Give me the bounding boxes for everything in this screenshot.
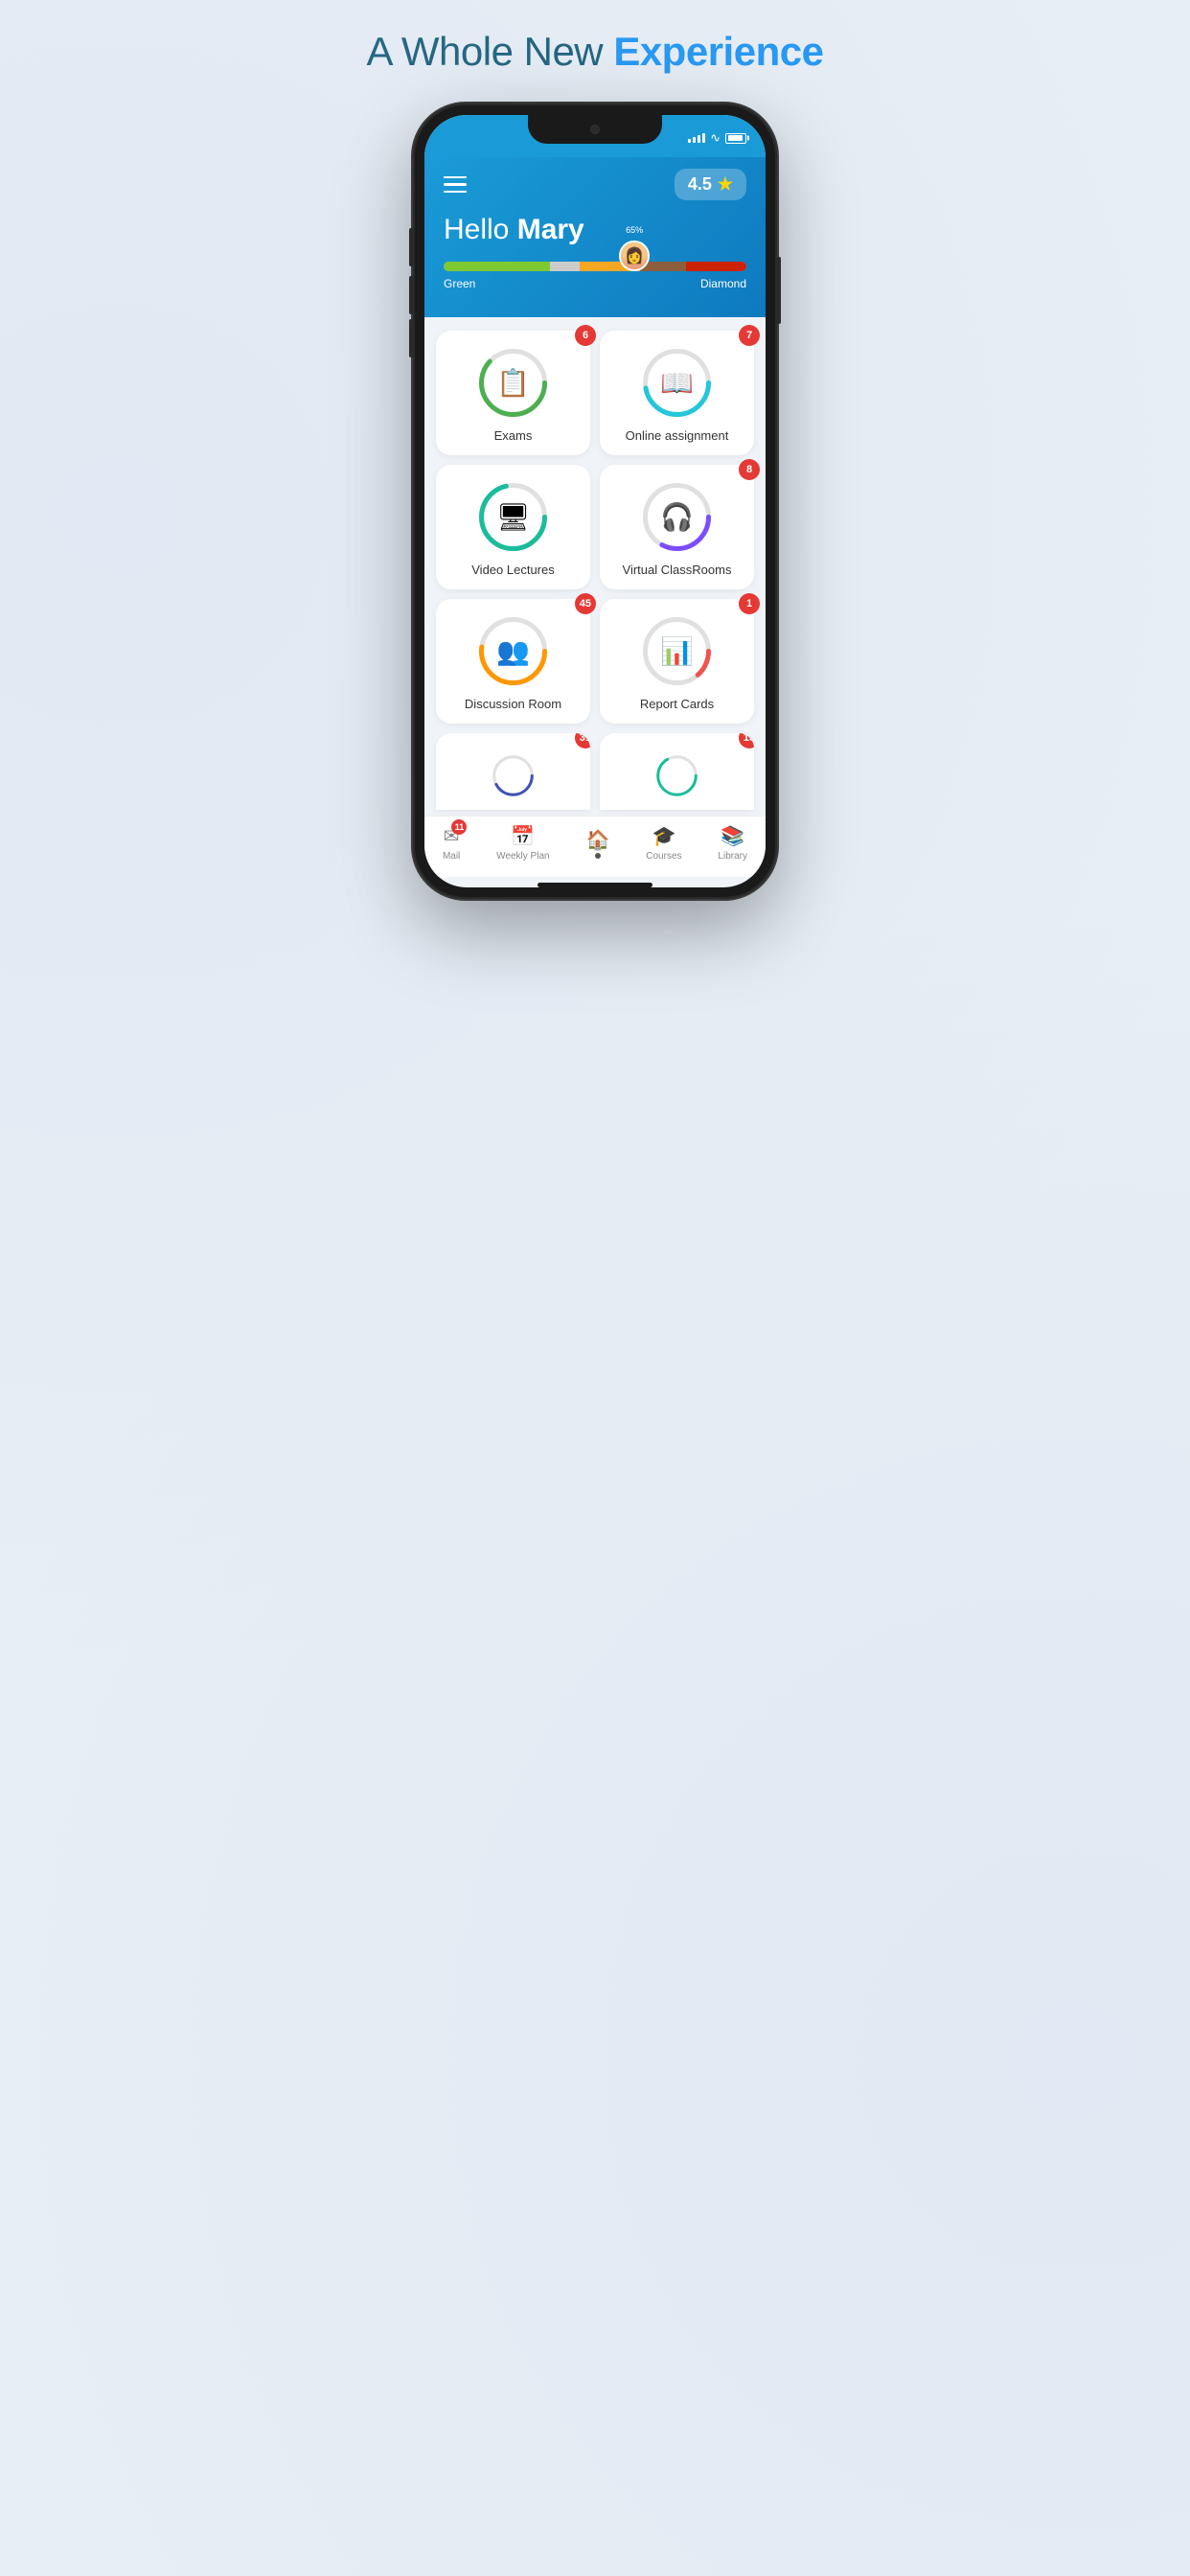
page-title-plain: A Whole New — [367, 29, 614, 74]
card-badge-partial-left: 31 — [575, 733, 590, 748]
progress-label-left: Green — [444, 277, 475, 290]
nav-badge-mail: 11 — [451, 819, 467, 835]
phone-screen: ∿ 4.5 ★ Hello Mary 65% — [424, 115, 766, 887]
home-indicator — [538, 883, 652, 887]
nav-label-courses: Courses — [646, 851, 681, 862]
discussion-room-icon: 👥 — [496, 635, 530, 667]
progress-label-right: Diamond — [700, 277, 746, 290]
status-icons: ∿ — [688, 130, 746, 146]
nav-label-library: Library — [718, 851, 747, 862]
library-icon: 📚 — [721, 824, 744, 848]
circle-icon-virtual-classrooms: 🎧 — [641, 481, 713, 553]
card-label-video-lectures: Video Lectures — [471, 563, 555, 577]
card-online-assignment[interactable]: 7 📖 Online assignment — [600, 331, 754, 455]
main-content: 6 📋 Exams 7 — [424, 317, 766, 810]
battery-icon — [725, 133, 746, 144]
greeting: Hello Mary — [444, 214, 746, 246]
phone-frame: ∿ 4.5 ★ Hello Mary 65% — [413, 104, 777, 899]
bottom-nav: ✉ 11 Mail 📅 Weekly Plan 🏠 🎓 Courses — [424, 816, 766, 877]
avatar: 👩 — [619, 241, 650, 271]
card-grid-row1: 6 📋 Exams 7 — [436, 331, 754, 455]
rating-value: 4.5 — [688, 174, 712, 195]
home-icon: 🏠 — [585, 828, 609, 852]
menu-button[interactable] — [444, 176, 467, 194]
card-virtual-classrooms[interactable]: 8 🎧 Virtual ClassRooms — [600, 465, 754, 589]
circle-icon-discussion-room: 👥 — [477, 615, 549, 687]
rating-badge: 4.5 ★ — [675, 169, 746, 200]
card-video-lectures[interactable]: 🖥 Video Lectures — [436, 465, 590, 589]
card-label-discussion-room: Discussion Room — [465, 697, 561, 711]
circle-svg-partial-left — [477, 754, 549, 797]
circle-icon-report-cards: 📊 — [641, 615, 713, 687]
nav-item-weekly-plan[interactable]: 📅 Weekly Plan — [496, 824, 549, 862]
card-badge-discussion-room: 45 — [575, 593, 596, 614]
card-partial-right[interactable]: 13 — [600, 733, 754, 810]
avatar-face: 👩 — [621, 242, 648, 269]
card-grid-row3: 45 👥 Discussion Room 1 — [436, 599, 754, 724]
card-grid-row4-partial: 31 13 — [436, 733, 754, 810]
exams-icon: 📋 — [496, 367, 530, 399]
greeting-name: Mary — [517, 214, 584, 245]
progress-labels: Green Diamond — [444, 277, 746, 290]
progress-track — [444, 262, 746, 271]
card-discussion-room[interactable]: 45 👥 Discussion Room — [436, 599, 590, 724]
circle-icon-video-lectures: 🖥 — [477, 481, 549, 553]
card-label-report-cards: Report Cards — [640, 697, 714, 711]
progress-section: 65% 👩 Green Diamond — [444, 262, 746, 298]
header: 4.5 ★ Hello Mary 65% 👩 — [424, 157, 766, 317]
progress-grey — [550, 262, 581, 271]
nav-label-weekly-plan: Weekly Plan — [496, 851, 549, 862]
nav-label-mail: Mail — [443, 851, 460, 862]
status-bar: ∿ — [424, 115, 766, 157]
page-title-highlight: Experience — [613, 29, 823, 74]
card-partial-left[interactable]: 31 — [436, 733, 590, 810]
progress-green — [444, 262, 550, 271]
home-dot — [595, 853, 601, 859]
card-badge-report-cards: 1 — [739, 593, 760, 614]
circle-svg-partial-right — [641, 754, 713, 797]
circle-icon-exams: 📋 — [477, 347, 549, 419]
nav-item-library[interactable]: 📚 Library — [718, 824, 747, 862]
courses-icon: 🎓 — [652, 824, 675, 848]
card-badge-online-assignment: 7 — [739, 325, 760, 346]
card-label-online-assignment: Online assignment — [626, 428, 729, 443]
card-exams[interactable]: 6 📋 Exams — [436, 331, 590, 455]
card-label-virtual-classrooms: Virtual ClassRooms — [623, 563, 732, 577]
card-grid-row2: 🖥 Video Lectures 8 🎧 Virtual ClassRooms — [436, 465, 754, 589]
card-badge-exams: 6 — [575, 325, 596, 346]
card-report-cards[interactable]: 1 📊 Report Cards — [600, 599, 754, 724]
page-title: A Whole New Experience — [367, 29, 824, 75]
signal-icon — [688, 133, 705, 143]
camera-dot — [590, 125, 600, 134]
notch — [528, 115, 662, 144]
header-top: 4.5 ★ — [444, 169, 746, 200]
card-badge-virtual-classrooms: 8 — [739, 459, 760, 480]
online-assignment-icon: 📖 — [660, 367, 694, 399]
nav-item-mail[interactable]: ✉ 11 Mail — [443, 824, 460, 862]
greeting-plain: Hello — [444, 214, 517, 245]
progress-percent: 65% — [626, 225, 643, 235]
card-label-exams: Exams — [494, 428, 533, 443]
star-icon: ★ — [718, 174, 733, 195]
virtual-classrooms-icon: 🎧 — [660, 501, 694, 533]
nav-item-courses[interactable]: 🎓 Courses — [646, 824, 681, 862]
progress-red — [686, 262, 746, 271]
report-cards-icon: 📊 — [660, 635, 694, 667]
weekly-plan-icon: 📅 — [511, 824, 535, 848]
card-badge-partial-right: 13 — [739, 733, 754, 748]
wifi-icon: ∿ — [710, 130, 721, 146]
video-lectures-icon: 🖥 — [496, 501, 531, 533]
nav-item-home[interactable]: 🏠 — [585, 828, 609, 859]
circle-icon-online-assignment: 📖 — [641, 347, 713, 419]
